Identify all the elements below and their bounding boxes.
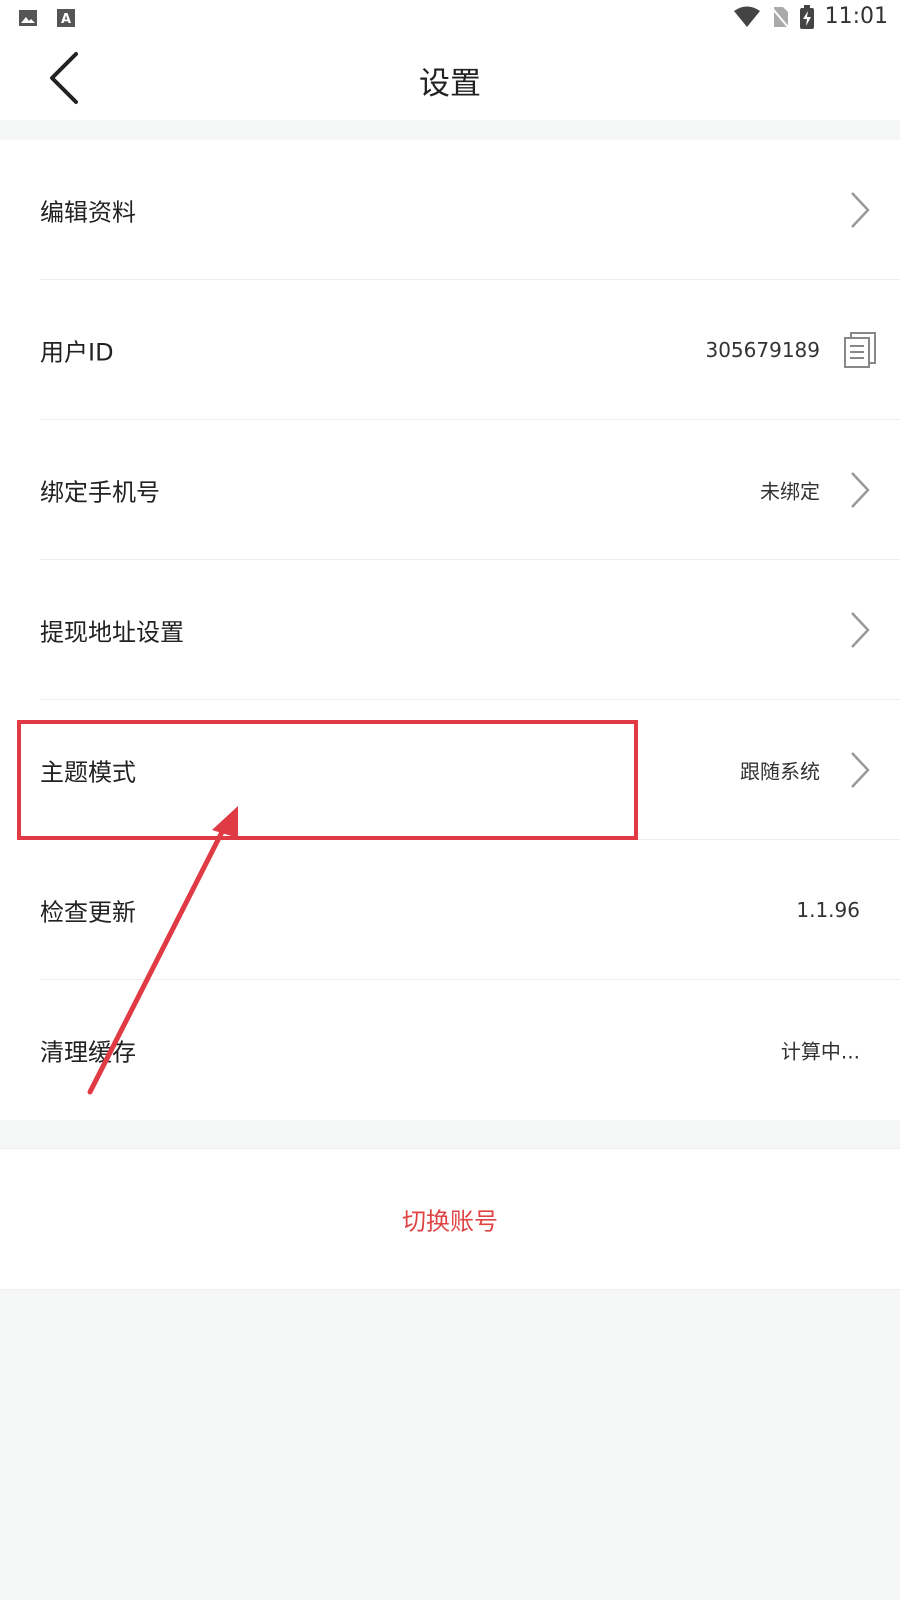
row-label: 提现地址设置: [40, 618, 184, 647]
withdraw-address-row[interactable]: 提现地址设置: [0, 560, 900, 700]
gallery-icon: [19, 10, 37, 26]
check-update-row[interactable]: 检查更新 1.1.96: [0, 840, 900, 980]
status-bar: A 11:01: [0, 0, 900, 36]
edit-profile-row[interactable]: 编辑资料: [0, 140, 900, 280]
row-label: 清理缓存: [40, 1038, 136, 1067]
chevron-right-icon: [851, 192, 870, 228]
phone-bind-status: 未绑定: [760, 479, 820, 504]
row-label: 绑定手机号: [40, 478, 160, 507]
page-title: 设置: [419, 66, 481, 102]
chevron-right-icon: [851, 752, 870, 788]
bind-phone-row[interactable]: 绑定手机号 未绑定: [0, 420, 900, 560]
user-id-value: 305679189: [705, 338, 820, 362]
cache-size-value: 计算中...: [780, 1039, 860, 1064]
version-value: 1.1.96: [796, 898, 860, 922]
row-label: 编辑资料: [40, 198, 136, 227]
status-time: 11:01: [824, 4, 888, 29]
svg-text:A: A: [61, 12, 71, 27]
header: 设置: [0, 36, 900, 120]
no-sim-icon: [770, 6, 789, 28]
switch-account-button[interactable]: 切换账号: [0, 1202, 900, 1237]
chevron-right-icon: [851, 472, 870, 508]
battery-charging-icon: [799, 4, 814, 29]
switch-account-section: 切换账号: [0, 1148, 900, 1290]
settings-list: 编辑资料 用户ID 305679189 绑定手机号 未绑定 提现地址设置 主题模…: [0, 140, 900, 1120]
clear-cache-row[interactable]: 清理缓存 计算中...: [0, 980, 900, 1120]
copy-icon[interactable]: [842, 331, 878, 369]
theme-mode-value: 跟随系统: [740, 759, 820, 784]
font-app-icon: A: [57, 9, 75, 27]
annotation-highlight-box: [17, 720, 638, 840]
row-label: 检查更新: [40, 898, 136, 927]
row-label: 用户ID: [40, 338, 114, 367]
user-id-row: 用户ID 305679189: [0, 280, 900, 420]
wifi-icon: [733, 6, 760, 27]
chevron-right-icon: [851, 612, 870, 648]
